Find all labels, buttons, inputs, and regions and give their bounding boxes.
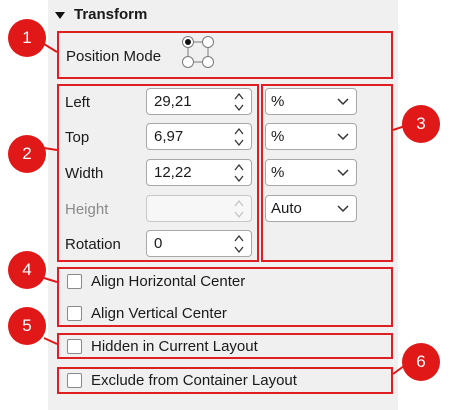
callout-badge-2: 2 xyxy=(8,135,46,173)
callout-pointers xyxy=(43,43,406,375)
callout-badge-5: 5 xyxy=(8,307,46,345)
callout-badge-3: 3 xyxy=(402,105,440,143)
callout-badge-4: 4 xyxy=(8,251,46,289)
callout-badge-6: 6 xyxy=(402,343,440,381)
callout-badge-1: 1 xyxy=(8,19,46,57)
